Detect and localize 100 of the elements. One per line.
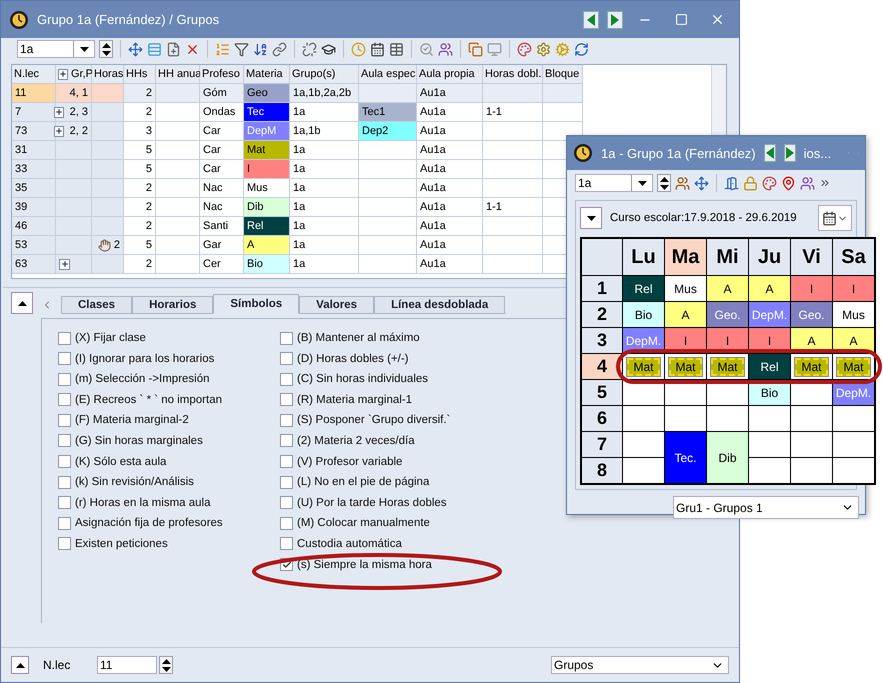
lesson-cell[interactable]: Rel bbox=[623, 276, 664, 301]
lesson-cell[interactable]: Dib bbox=[707, 432, 748, 483]
spinner[interactable] bbox=[159, 656, 173, 674]
column-header[interactable]: Grupo(s) bbox=[290, 65, 359, 84]
palette-icon[interactable] bbox=[517, 42, 532, 56]
column-header[interactable]: N.lec bbox=[12, 65, 56, 84]
lesson-cell[interactable]: I bbox=[791, 276, 832, 301]
lesson-cell[interactable] bbox=[665, 406, 706, 431]
checkbox[interactable] bbox=[280, 372, 293, 386]
next-button[interactable] bbox=[607, 10, 623, 28]
view-select[interactable]: Grupos bbox=[551, 656, 729, 674]
people-icon[interactable] bbox=[800, 176, 815, 190]
lesson-cell[interactable]: A bbox=[749, 276, 790, 301]
previous-button[interactable] bbox=[764, 144, 776, 162]
users-icon[interactable] bbox=[438, 42, 453, 56]
checkbox[interactable] bbox=[280, 414, 293, 427]
lesson-cell[interactable] bbox=[791, 458, 832, 483]
lesson-cell[interactable] bbox=[749, 458, 790, 483]
filter-icon[interactable] bbox=[234, 42, 249, 56]
door-icon[interactable] bbox=[724, 176, 739, 190]
next-button[interactable] bbox=[784, 144, 796, 162]
lesson-cell[interactable]: Mus bbox=[833, 302, 874, 327]
column-header[interactable]: HHs bbox=[124, 65, 156, 84]
lesson-cell[interactable]: Mat bbox=[627, 358, 660, 376]
rows-icon[interactable] bbox=[147, 42, 162, 56]
checkbox[interactable] bbox=[280, 537, 293, 550]
tab[interactable]: Línea desdoblada bbox=[374, 296, 506, 314]
checkbox[interactable] bbox=[58, 516, 71, 530]
lesson-cell[interactable] bbox=[707, 406, 748, 431]
more-icon[interactable] bbox=[819, 177, 831, 189]
lesson-cell[interactable]: Mat bbox=[669, 358, 702, 376]
search-icon[interactable] bbox=[419, 42, 434, 56]
lesson-cell[interactable] bbox=[833, 458, 874, 483]
lesson-cell[interactable] bbox=[791, 432, 832, 457]
calendar-button[interactable] bbox=[818, 205, 852, 231]
pin-icon[interactable] bbox=[781, 176, 796, 190]
copy-icon[interactable] bbox=[468, 42, 483, 56]
group-select[interactable]: 1a bbox=[575, 174, 653, 192]
sort-icon[interactable] bbox=[253, 42, 268, 56]
expand-icon[interactable] bbox=[59, 70, 67, 78]
column-header[interactable]: Bloque bbox=[543, 65, 583, 84]
group-select[interactable]: 1a bbox=[17, 40, 95, 58]
checkbox[interactable] bbox=[58, 393, 71, 406]
collapse-button[interactable] bbox=[11, 292, 33, 314]
checkbox[interactable] bbox=[58, 332, 71, 344]
expand-icon[interactable] bbox=[60, 260, 68, 268]
lesson-cell[interactable]: Geo. bbox=[791, 302, 832, 327]
lesson-cell[interactable]: Bio bbox=[623, 302, 664, 327]
checkbox[interactable] bbox=[58, 496, 71, 510]
new-page-icon[interactable] bbox=[166, 42, 181, 56]
checkbox[interactable] bbox=[280, 455, 293, 468]
settings-icon[interactable] bbox=[536, 42, 551, 56]
tab[interactable]: Horarios bbox=[132, 296, 214, 314]
tab[interactable]: Símbolos bbox=[213, 294, 300, 314]
lesson-cell[interactable]: A bbox=[665, 302, 706, 327]
tab[interactable]: Valores bbox=[299, 296, 374, 314]
lesson-cell[interactable]: A bbox=[707, 276, 748, 301]
lesson-cell[interactable] bbox=[623, 458, 664, 483]
lesson-cell[interactable]: Tec. bbox=[665, 432, 706, 483]
checkbox[interactable] bbox=[280, 434, 293, 448]
column-header[interactable]: Aula espec bbox=[359, 65, 417, 84]
lesson-cell[interactable] bbox=[833, 432, 874, 457]
move-icon[interactable] bbox=[128, 42, 143, 56]
users-icon[interactable] bbox=[675, 176, 690, 190]
column-header[interactable]: Materia bbox=[244, 65, 290, 84]
unlink-icon[interactable] bbox=[302, 42, 317, 56]
lesson-cell[interactable] bbox=[749, 406, 790, 431]
column-header[interactable]: Profeso bbox=[200, 65, 244, 84]
lesson-cell[interactable]: Mat bbox=[837, 358, 870, 376]
number-field[interactable]: 11 bbox=[97, 656, 157, 674]
palette-icon[interactable] bbox=[762, 176, 777, 190]
graduation-cap-icon[interactable] bbox=[321, 42, 336, 56]
spinner[interactable] bbox=[99, 40, 113, 58]
checkbox[interactable] bbox=[280, 352, 293, 366]
expand-icon[interactable] bbox=[54, 127, 63, 135]
checkbox[interactable] bbox=[280, 476, 293, 489]
column-header[interactable]: Horas bbox=[92, 65, 124, 84]
lesson-cell[interactable]: I bbox=[833, 276, 874, 301]
checkbox[interactable] bbox=[58, 455, 71, 468]
monitor-icon[interactable] bbox=[487, 42, 502, 56]
checkbox[interactable] bbox=[280, 393, 293, 406]
expand-icon[interactable] bbox=[54, 108, 63, 116]
lesson-cell[interactable]: Mat bbox=[795, 358, 828, 376]
checkbox[interactable] bbox=[58, 476, 71, 489]
tab[interactable]: Clases bbox=[61, 296, 132, 314]
checkbox[interactable] bbox=[58, 352, 71, 366]
checkbox[interactable] bbox=[58, 537, 71, 550]
group-filter-select[interactable]: Gru1 - Grupos 1 bbox=[673, 496, 859, 519]
lesson-cell[interactable] bbox=[749, 432, 790, 457]
column-header[interactable]: Gr,P bbox=[56, 65, 92, 84]
lesson-cell[interactable] bbox=[623, 432, 664, 457]
lesson-cell[interactable]: Geo. bbox=[707, 302, 748, 327]
lesson-cell[interactable]: Mus bbox=[665, 276, 706, 301]
checkbox[interactable] bbox=[58, 414, 71, 427]
collapse-button[interactable] bbox=[11, 656, 29, 674]
lesson-cell[interactable]: Mat bbox=[711, 358, 744, 376]
calendar-icon[interactable] bbox=[370, 42, 385, 56]
checkbox[interactable] bbox=[58, 434, 71, 448]
move-icon[interactable] bbox=[694, 176, 709, 190]
scrollbar[interactable] bbox=[711, 65, 726, 135]
